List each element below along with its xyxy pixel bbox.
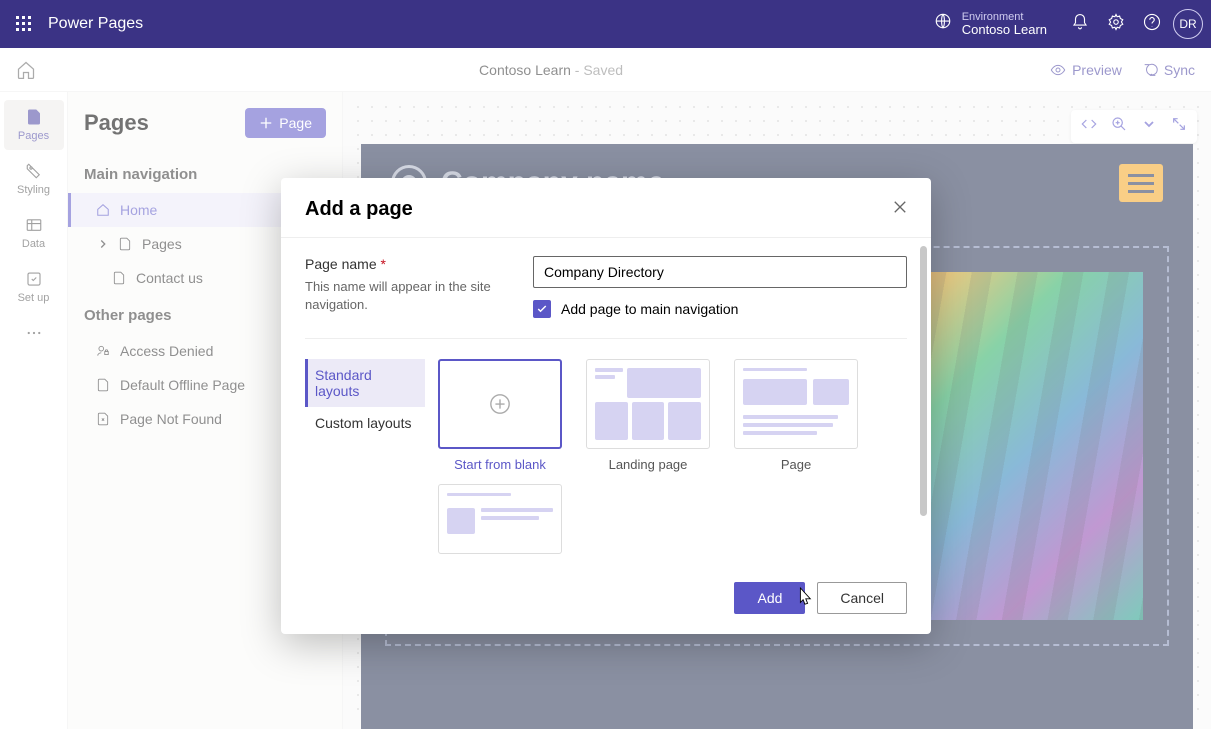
layout-blank-label: Start from blank [454,457,546,472]
add-page-button[interactable]: Page [245,108,326,138]
chevron-down-icon[interactable] [1141,116,1157,137]
page-icon [118,237,132,251]
plus-icon [259,116,273,130]
more-icon [25,324,43,342]
top-bar: Power Pages Environment Contoso Learn DR [0,0,1211,48]
home-icon[interactable] [16,60,36,80]
add-to-nav-label: Add page to main navigation [561,301,738,317]
page-error-icon [96,412,110,426]
left-rail: Pages Styling Data Set up [0,92,68,729]
page-name-input[interactable] [533,256,907,288]
page-icon [25,108,43,126]
tree-notfound-label: Page Not Found [120,411,222,427]
layout-page[interactable]: Page [731,359,861,472]
user-avatar[interactable]: DR [1173,9,1203,39]
layout-landing[interactable]: Landing page [583,359,713,472]
modal-cancel-button[interactable]: Cancel [817,582,907,614]
preview-label: Preview [1072,62,1122,78]
sync-label: Sync [1164,62,1195,78]
notifications-icon[interactable] [1071,13,1089,36]
rail-pages-label: Pages [18,130,49,142]
tree-contact-label: Contact us [136,270,203,286]
preview-button[interactable]: Preview [1050,62,1122,78]
tab-standard-layouts[interactable]: Standard layouts [305,359,425,407]
modal-title: Add a page [305,198,413,221]
hamburger-icon[interactable] [1119,164,1163,202]
add-page-modal: Add a page Page name * This name will ap… [281,178,931,634]
tree-offline-label: Default Offline Page [120,377,245,393]
tree-access-denied-label: Access Denied [120,343,213,359]
modal-scrollbar[interactable] [920,246,927,516]
sync-button[interactable]: Sync [1142,62,1195,78]
environment-picker[interactable]: Environment Contoso Learn [934,11,1047,37]
rail-setup[interactable]: Set up [4,262,64,312]
tree-home-label: Home [120,202,157,218]
page-icon [96,378,110,392]
person-lock-icon [96,344,110,358]
saved-status: - Saved [571,62,623,78]
sync-icon [1142,62,1158,78]
rail-setup-label: Set up [18,292,50,304]
eye-icon [1050,62,1066,78]
tab-custom-layouts[interactable]: Custom layouts [305,407,425,439]
fullscreen-icon[interactable] [1171,116,1187,137]
rail-styling[interactable]: Styling [4,154,64,204]
environment-name: Contoso Learn [962,23,1047,37]
rail-data[interactable]: Data [4,208,64,258]
add-page-label: Page [279,115,312,131]
panel-title: Pages [84,110,149,136]
command-bar: Contoso Learn - Saved Preview Sync [0,48,1211,92]
styling-icon [25,162,43,180]
code-icon[interactable] [1081,116,1097,137]
app-name: Power Pages [48,15,143,33]
tree-pages-label: Pages [142,236,182,252]
rail-data-label: Data [22,238,45,250]
layout-blank[interactable]: Start from blank [435,359,565,472]
close-icon [893,200,907,214]
site-name-label: Contoso Learn [479,62,571,78]
rail-more[interactable] [4,316,64,354]
layout-extra[interactable] [435,484,565,554]
setup-icon [25,270,43,288]
settings-icon[interactable] [1107,13,1125,36]
canvas-toolbar [1071,110,1197,143]
modal-close-button[interactable] [893,200,907,219]
data-icon [25,216,43,234]
page-name-hint: This name will appear in the site naviga… [305,278,515,314]
layout-page-label: Page [781,457,811,472]
environment-icon [934,12,952,35]
site-breadcrumb: Contoso Learn - Saved [52,62,1050,78]
rail-pages[interactable]: Pages [4,100,64,150]
modal-add-button[interactable]: Add [734,582,805,614]
app-launcher-icon[interactable] [8,8,40,40]
add-to-nav-checkbox[interactable] [533,300,551,318]
page-name-label: Page name * [305,256,515,272]
rail-styling-label: Styling [17,184,50,196]
help-icon[interactable] [1143,13,1161,36]
page-icon [112,271,126,285]
zoom-icon[interactable] [1111,116,1127,137]
home-icon [96,203,110,217]
layout-landing-label: Landing page [609,457,688,472]
plus-circle-icon [489,393,511,415]
check-icon [536,303,548,315]
chevron-right-icon [96,237,110,251]
